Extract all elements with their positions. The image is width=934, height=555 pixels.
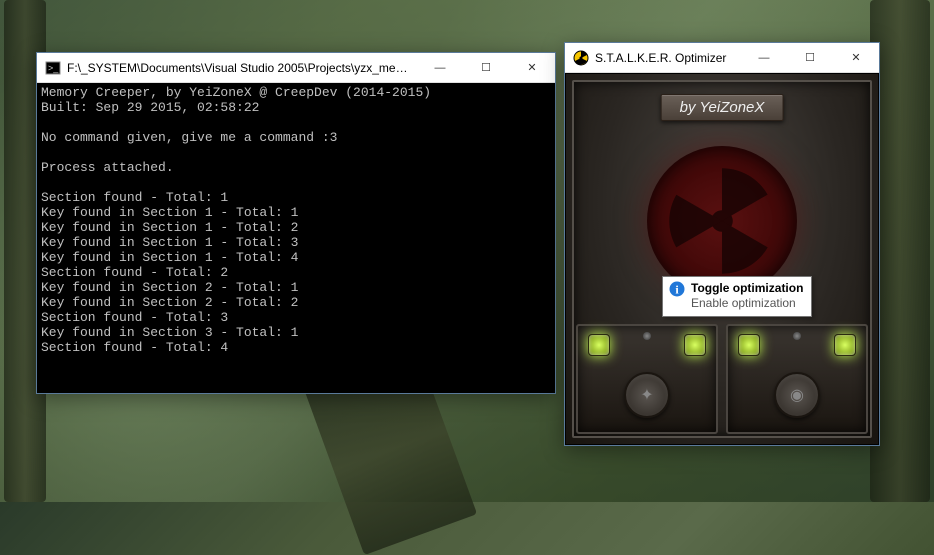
toggle-optimization-tooltip: i Toggle optimization Enable optimizatio…: [662, 276, 812, 317]
indicator-light-icon: [588, 334, 610, 356]
window-controls: — ☐ ✕: [741, 43, 879, 72]
minimize-button[interactable]: —: [417, 53, 463, 82]
indicator-light-icon: [684, 334, 706, 356]
minimize-button[interactable]: —: [741, 43, 787, 72]
secondary-control-button[interactable]: ◉: [726, 324, 868, 434]
console-window: >_ F:\_SYSTEM\Documents\Visual Studio 20…: [36, 52, 556, 394]
info-icon: i: [669, 281, 685, 297]
toggle-optimization-button[interactable]: ✦: [576, 324, 718, 434]
svg-text:>_: >_: [48, 63, 59, 73]
dial-icon: ✦: [624, 372, 670, 418]
window-controls: — ☐ ✕: [417, 53, 555, 82]
close-button[interactable]: ✕: [509, 53, 555, 82]
dial-icon: ◉: [774, 372, 820, 418]
screw-icon: [793, 332, 801, 340]
indicator-light-icon: [738, 334, 760, 356]
optimizer-window: S.T.A.L.K.E.R. Optimizer — ☐ ✕ by YeiZon…: [564, 42, 880, 446]
optimizer-body: by YeiZoneX i Toggle optimization Enable…: [565, 73, 879, 445]
tooltip-body: Enable optimization: [691, 296, 803, 311]
console-title: F:\_SYSTEM\Documents\Visual Studio 2005\…: [67, 61, 417, 75]
optimizer-title: S.T.A.L.K.E.R. Optimizer: [595, 51, 741, 65]
close-button[interactable]: ✕: [833, 43, 879, 72]
maximize-button[interactable]: ☐: [787, 43, 833, 72]
maximize-button[interactable]: ☐: [463, 53, 509, 82]
indicator-light-icon: [834, 334, 856, 356]
screw-icon: [643, 332, 651, 340]
radiation-logo: [647, 146, 797, 296]
tooltip-title: Toggle optimization: [691, 281, 803, 296]
console-output[interactable]: Memory Creeper, by YeiZoneX @ CreepDev (…: [37, 83, 555, 393]
console-icon: >_: [45, 60, 61, 76]
optimizer-titlebar[interactable]: S.T.A.L.K.E.R. Optimizer — ☐ ✕: [565, 43, 879, 73]
credit-plate: by YeiZoneX: [661, 94, 784, 121]
radiation-icon: [573, 50, 589, 66]
console-titlebar[interactable]: >_ F:\_SYSTEM\Documents\Visual Studio 20…: [37, 53, 555, 83]
control-panel: ✦ ◉: [576, 324, 868, 434]
